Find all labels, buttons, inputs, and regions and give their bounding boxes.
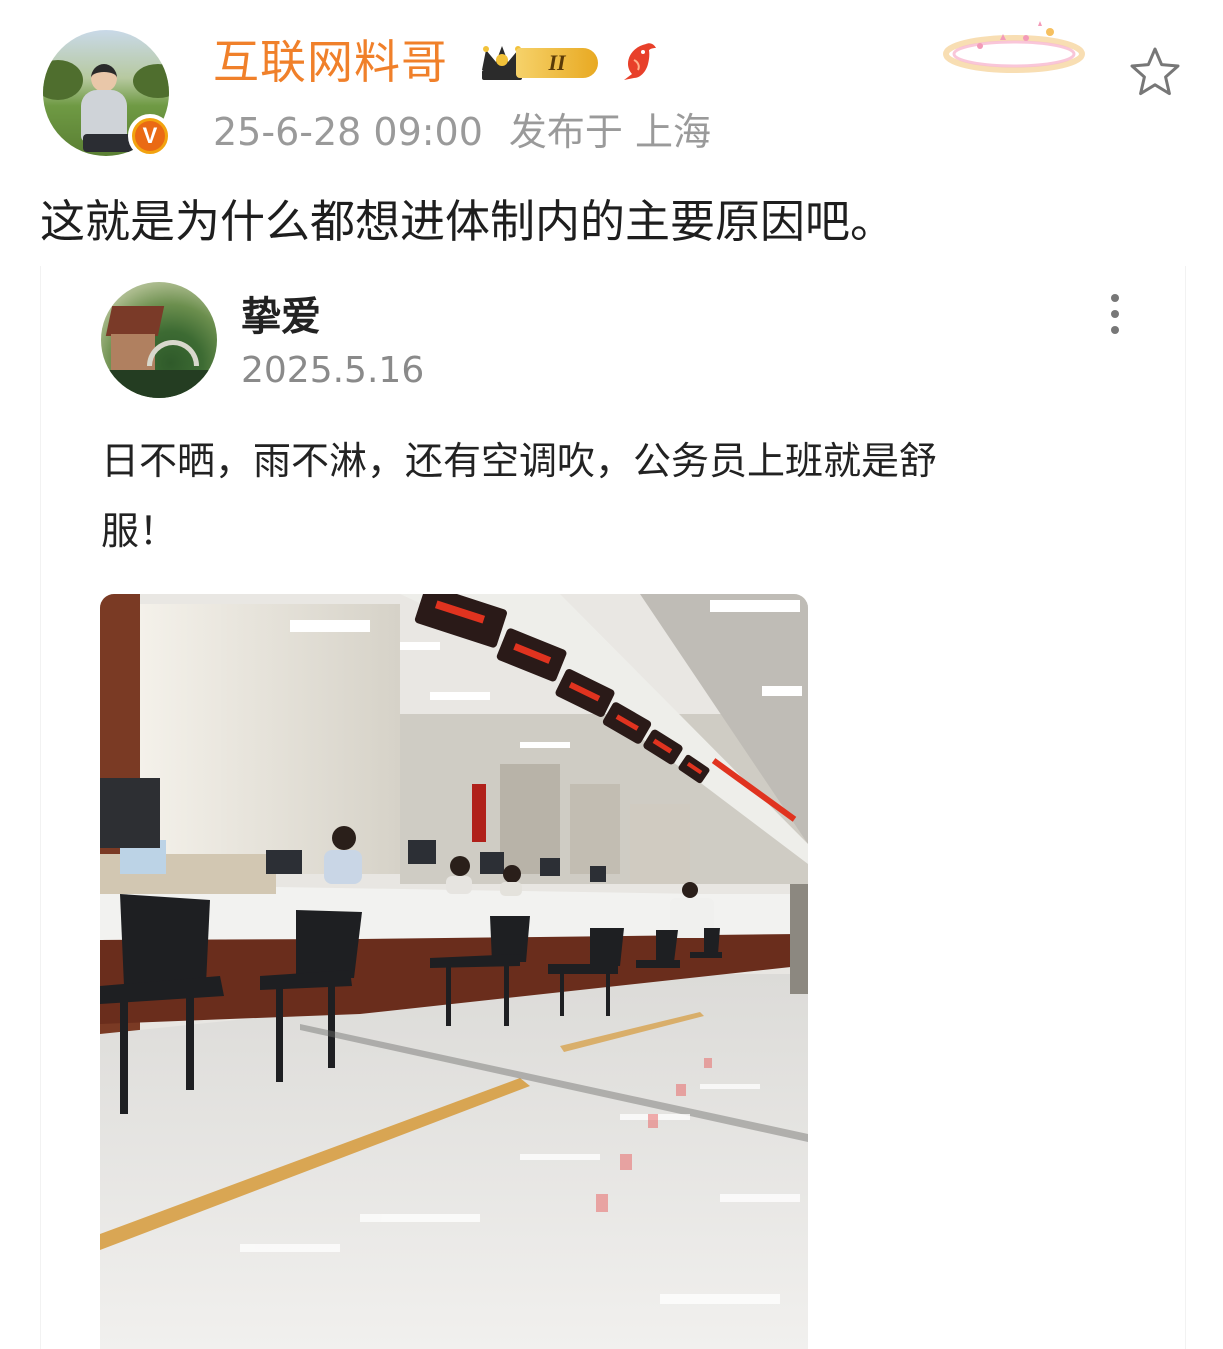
post-timestamp: 25-6-28 09:00 <box>213 110 483 154</box>
verified-badge-icon: V <box>128 114 172 158</box>
repost-author-name[interactable]: 挚爱 <box>241 290 321 344</box>
more-vertical-icon[interactable] <box>1101 290 1129 336</box>
author-name[interactable]: 互联网料哥 <box>213 32 448 92</box>
vip-level-label: II <box>516 48 598 78</box>
card-decoration-icon <box>943 21 1085 73</box>
post-text: 这就是为什么都想进体制内的主要原因吧。 <box>40 195 896 248</box>
repost-card[interactable]: 挚爱 2025.5.16 日不晒，雨不淋，还有空调吹，公务员上班就是舒 服！ <box>40 266 1186 1349</box>
post-meta: 25-6-28 09:00 发布于 上海 <box>213 106 711 158</box>
repost-date: 2025.5.16 <box>241 350 425 391</box>
weibo-post-screen: V 互联网料哥 II 25-6-28 09:00 发布于 上海 这就是为什么都想进… <box>0 0 1223 1349</box>
favorite-star-icon[interactable] <box>1126 44 1184 102</box>
koi-fish-icon <box>624 43 656 80</box>
repost-photo[interactable] <box>100 594 808 1349</box>
repost-text: 日不晒，雨不淋，还有空调吹，公务员上班就是舒 服！ <box>101 439 938 553</box>
post-location: 发布于 上海 <box>508 110 711 154</box>
vip-badge[interactable]: II <box>476 40 604 84</box>
repost-author-avatar[interactable] <box>101 282 217 398</box>
